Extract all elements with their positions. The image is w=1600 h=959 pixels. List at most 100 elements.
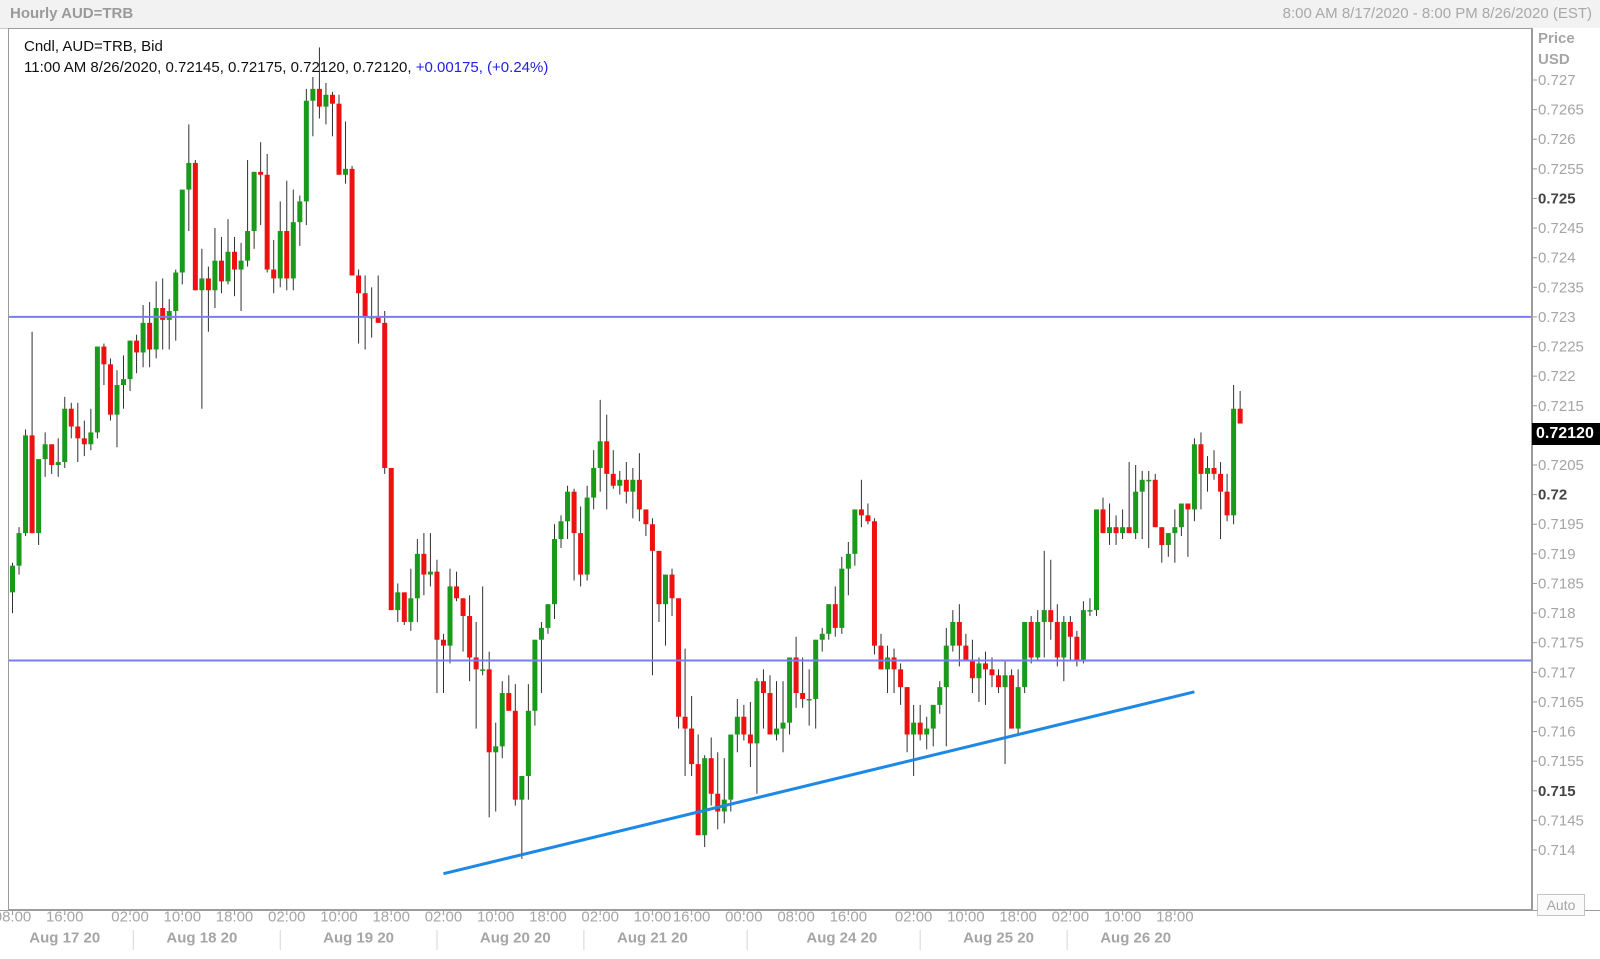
candle-body-down — [336, 103, 342, 175]
candle-body-up — [525, 710, 531, 776]
candle-body-down — [258, 171, 264, 175]
candle-body-down — [891, 657, 897, 670]
date-label: Aug 20 20 — [480, 929, 551, 946]
candle-body-up — [1002, 675, 1008, 688]
price-tick-label: 0.7245 — [1538, 220, 1584, 237]
price-tick-label: 0.723 — [1538, 309, 1576, 326]
candle-body-up — [774, 728, 780, 735]
candle-body-down — [865, 515, 871, 522]
price-tick-label: 0.7235 — [1538, 279, 1584, 296]
candle-body-up — [186, 162, 192, 190]
candle-body-up — [395, 592, 401, 611]
auto-scale-button[interactable]: Auto — [1537, 894, 1585, 916]
candle-body-down — [49, 444, 55, 465]
date-label: Aug 24 20 — [806, 929, 877, 946]
chart-svg[interactable]: 0.727 0.7265 0.726 0.7255 0.725 0.7245 0.724 0.… — [0, 0, 1600, 958]
candle-body-up — [310, 88, 316, 101]
candle-body-up — [153, 308, 159, 350]
price-tick-label: 0.727 — [1538, 72, 1576, 89]
candle-body-down — [160, 308, 166, 320]
candle-body-up — [1022, 621, 1028, 688]
price-tick-label: 0.724 — [1538, 250, 1576, 267]
candle-body-up — [950, 621, 956, 646]
candle-body-up — [545, 604, 551, 628]
candle-body-down — [434, 571, 440, 640]
candle-body-up — [584, 497, 590, 575]
time-tick-label: 02:00 — [581, 908, 619, 925]
candle-body-up — [1204, 467, 1210, 474]
price-tick-label: 0.7255 — [1538, 161, 1584, 178]
candle-body-down — [1159, 527, 1165, 545]
candle-body-down — [571, 491, 577, 534]
candle-body-down — [636, 479, 642, 510]
candle-body-down — [1126, 527, 1132, 534]
candle-body-up — [62, 408, 68, 463]
candle-body-up — [617, 479, 623, 486]
candle-body-down — [1224, 491, 1230, 516]
time-tick-label: 08:00 — [0, 908, 31, 925]
candle-body-up — [10, 565, 15, 593]
candle-body-down — [708, 758, 714, 794]
time-tick-label: 10:00 — [947, 908, 985, 925]
candle-body-up — [251, 171, 257, 232]
candle-body-up — [238, 260, 244, 270]
candle-body-down — [101, 346, 107, 365]
candle-body-down — [467, 616, 473, 658]
candle-body-up — [826, 604, 832, 634]
candle-body-down — [1198, 444, 1204, 474]
candle-body-up — [408, 598, 414, 622]
candle-body-up — [1178, 503, 1184, 528]
candle-body-up — [166, 311, 172, 320]
candle-body-down — [75, 426, 81, 439]
candle-body-down — [793, 657, 799, 694]
date-label: Aug 26 20 — [1100, 929, 1171, 946]
candle-body-up — [1146, 479, 1152, 482]
candle-body-up — [1087, 610, 1093, 612]
candle-body-up — [924, 728, 930, 735]
candle-body-up — [88, 432, 94, 445]
candle-body-down — [454, 586, 460, 599]
candle-body-up — [127, 340, 133, 380]
price-tick-label: 0.722 — [1538, 368, 1576, 385]
candle-body-down — [904, 687, 910, 735]
price-tick-label: 0.7205 — [1538, 457, 1584, 474]
candle-body-up — [663, 574, 668, 605]
legend-ohlc-values: 11:00 AM 8/26/2020, 0.72145, 0.72175, 0.… — [24, 59, 412, 76]
price-tick-label: 0.7225 — [1538, 339, 1584, 356]
candle-body-down — [356, 275, 362, 294]
candle-body-up — [734, 716, 740, 735]
candle-body-up — [1231, 408, 1237, 516]
time-tick-label: 18:00 — [372, 908, 410, 925]
candle-body-down — [989, 669, 995, 676]
time-tick-label: 10:00 — [320, 908, 358, 925]
time-tick-label: 10:00 — [477, 908, 515, 925]
candle-body-down — [1185, 503, 1191, 510]
candle-body-up — [55, 462, 61, 465]
time-tick-label: 02:00 — [111, 908, 149, 925]
price-tick-label: 0.716 — [1538, 724, 1576, 741]
time-tick-label: 10:00 — [1104, 908, 1142, 925]
time-tick-label: 02:00 — [268, 908, 306, 925]
time-tick-label: 10:00 — [164, 908, 202, 925]
price-axis-currency: USD — [1538, 51, 1570, 68]
date-label: Aug 19 20 — [323, 929, 394, 946]
price-tick-label: 0.719 — [1538, 546, 1576, 563]
price-tick-label: 0.7195 — [1538, 516, 1584, 533]
price-tick-label: 0.7155 — [1538, 753, 1584, 770]
candle-body-down — [643, 509, 649, 525]
candle-body-up — [94, 346, 100, 433]
candle-body-down — [878, 645, 884, 670]
candle-body-down — [232, 251, 238, 270]
candle-body-up — [427, 571, 433, 575]
candle-body-up — [780, 722, 786, 729]
candle-body-up — [754, 681, 760, 744]
candle-body-down — [147, 322, 153, 350]
candle-body-up — [1133, 491, 1139, 534]
time-tick-label: 16:00 — [830, 908, 868, 925]
time-tick-label: 02:00 — [425, 908, 463, 925]
time-tick-label: 00:00 — [725, 908, 763, 925]
candle-body-down — [1211, 467, 1217, 474]
candle-body-up — [551, 539, 557, 605]
candle-body-down — [349, 168, 355, 276]
candle-body-up — [179, 189, 185, 273]
